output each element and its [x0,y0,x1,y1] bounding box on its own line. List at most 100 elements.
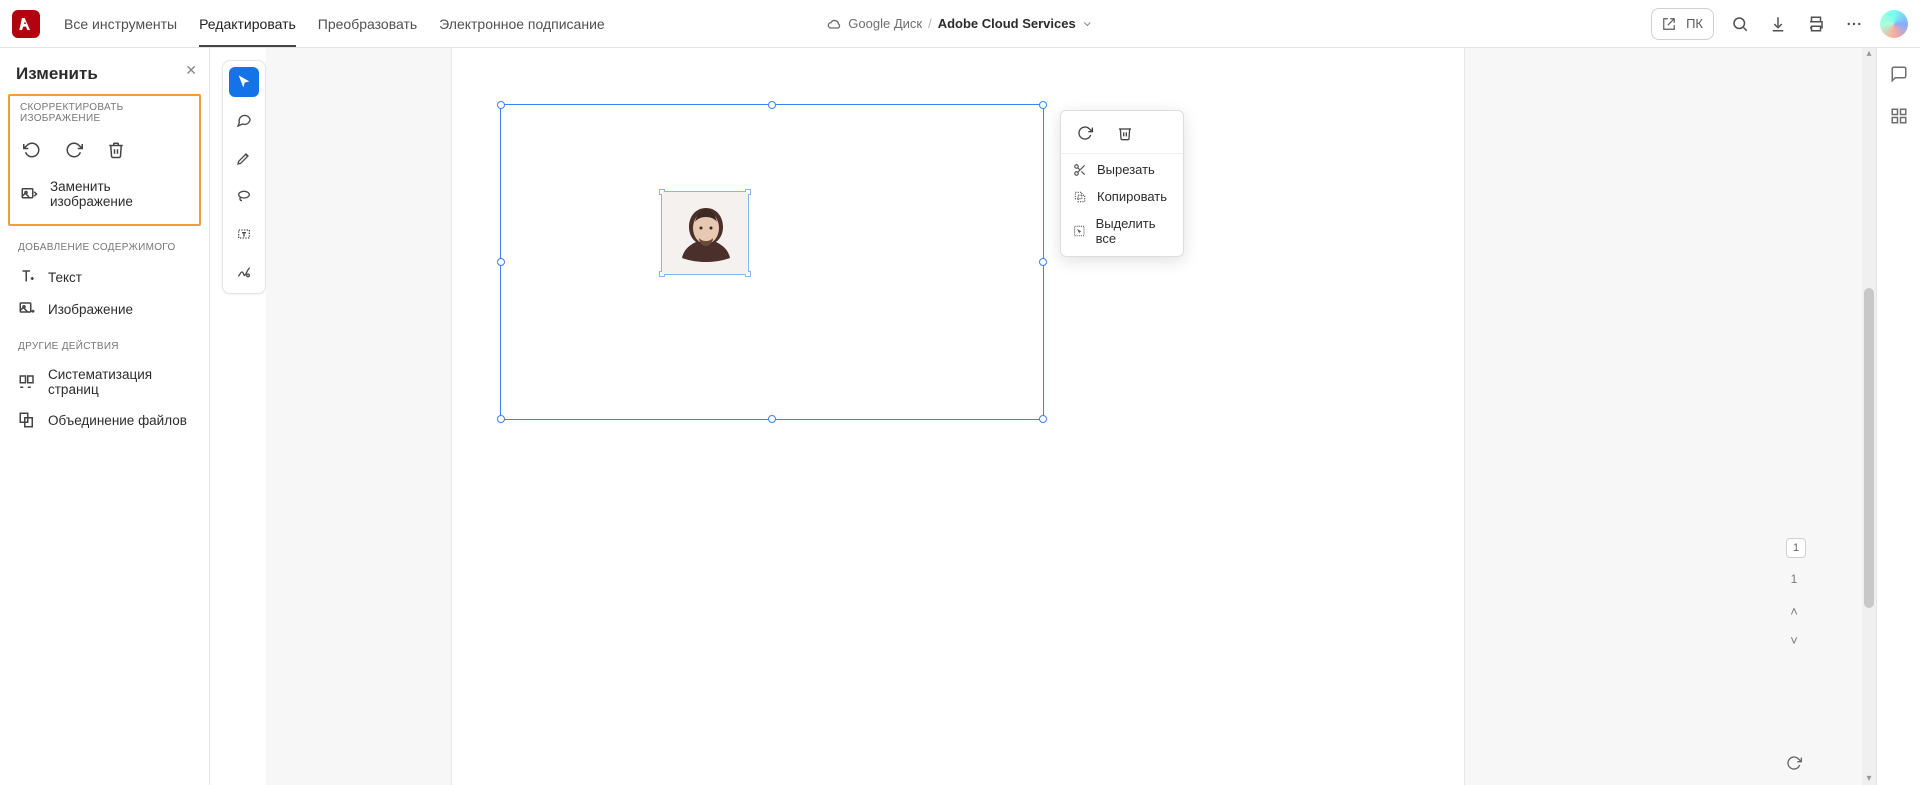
portrait-image[interactable] [662,192,748,274]
print-icon [1807,15,1825,33]
section-add-label: ДОБАВЛЕНИЕ СОДЕРЖИМОГО [18,242,199,253]
ctx-select-all-label: Выделить все [1096,216,1171,246]
page-down-button[interactable]: ˅ [1790,633,1798,648]
add-image-icon [18,300,36,318]
comment-icon [236,112,252,128]
rotate-ccw-icon [23,141,41,159]
delete-button[interactable] [104,138,128,162]
edit-side-panel: Изменить ✕ СКОРРЕКТИРОВАТЬ ИЗОБРАЖЕНИЕ З… [0,48,210,785]
search-icon [1731,15,1749,33]
rotate-cw-button[interactable] [62,138,86,162]
ctx-delete[interactable] [1113,121,1137,145]
top-right-actions: ПК [1651,8,1908,40]
topnav-esign[interactable]: Электронное подписание [439,2,605,46]
tool-draw[interactable] [229,181,259,211]
replace-image-label: Заменить изображение [50,179,193,209]
avatar[interactable] [1880,10,1908,38]
search-button[interactable] [1728,12,1752,36]
adjust-icon-row [16,132,197,172]
download-button[interactable] [1766,12,1790,36]
rotate-cw-icon [1077,125,1093,141]
comment-icon [1890,65,1908,83]
side-column: 1 ˄ ˅ [1782,48,1806,785]
ctx-copy-label: Копировать [1097,189,1167,204]
breadcrumb-drive: Google Диск [848,16,922,31]
document-page[interactable]: Вырезать Копировать Выделить все [452,48,1464,785]
chevron-down-icon[interactable] [1082,18,1094,30]
context-menu: Вырезать Копировать Выделить все [1060,110,1184,257]
add-text-icon [18,268,36,286]
print-button[interactable] [1804,12,1828,36]
tool-sign[interactable] [229,257,259,287]
ctx-top-row [1061,115,1183,154]
topbar: Все инструменты Редактировать Преобразов… [0,0,1920,48]
tool-comment[interactable] [229,105,259,135]
topnav-edit[interactable]: Редактировать [199,2,296,46]
tool-highlight[interactable] [229,143,259,173]
ctx-rotate-cw[interactable] [1073,121,1097,145]
topnav-all-tools[interactable]: Все инструменты [64,2,177,46]
more-horizontal-icon [1845,15,1863,33]
right-rail [1876,48,1920,785]
trash-icon [107,141,125,159]
vertical-toolbar [222,60,266,294]
section-other-label: ДРУГИЕ ДЕЙСТВИЯ [18,341,199,352]
page-selection-box[interactable] [500,104,1044,420]
ctx-cut[interactable]: Вырезать [1061,156,1183,183]
textbox-icon [236,226,252,242]
download-icon [1769,15,1787,33]
trash-icon [1117,125,1133,141]
rotate-cw-icon [65,141,83,159]
cloud-icon [826,16,842,32]
tool-textbox[interactable] [229,219,259,249]
combine-files-icon [18,411,36,429]
external-link-icon [1662,17,1676,31]
scissors-icon [1073,163,1087,177]
open-in-desktop-pill[interactable]: ПК [1651,8,1714,40]
thumbnails-panel-button[interactable] [1887,104,1911,128]
comments-panel-button[interactable] [1887,62,1911,86]
refresh-button[interactable] [1786,755,1802,771]
vertical-scrollbar[interactable]: ▴ ▾ [1862,48,1876,785]
image-selection-box[interactable] [661,191,749,275]
top-nav: Все инструменты Редактировать Преобразов… [64,2,605,46]
ctx-select-all[interactable]: Выделить все [1061,210,1183,252]
organize-pages-label: Систематизация страниц [48,367,195,397]
select-all-icon [1073,224,1086,238]
replace-image-icon [20,185,38,203]
refresh-icon [1786,755,1802,771]
open-in-desktop-label: ПК [1686,16,1703,31]
add-text-item[interactable]: Текст [14,261,199,293]
topnav-convert[interactable]: Преобразовать [318,2,417,46]
rotate-ccw-button[interactable] [20,138,44,162]
breadcrumb-sep: / [928,16,932,31]
more-button[interactable] [1842,12,1866,36]
ctx-cut-label: Вырезать [1097,162,1155,177]
breadcrumb-file: Adobe Cloud Services [938,16,1076,31]
replace-image-item[interactable]: Заменить изображение [16,172,197,216]
ctx-copy[interactable]: Копировать [1061,183,1183,210]
organize-pages-item[interactable]: Систематизация страниц [14,360,199,404]
tool-select[interactable] [229,67,259,97]
document-canvas[interactable]: Вырезать Копировать Выделить все 1 1 ˄ ˅ [266,48,1862,785]
scroll-thumb[interactable] [1864,288,1874,608]
page-count: 1 [1791,572,1798,586]
acrobat-logo [12,10,40,38]
combine-files-label: Объединение файлов [48,413,187,428]
close-panel-button[interactable]: ✕ [185,62,197,79]
lasso-icon [236,188,252,204]
page-up-button[interactable]: ˄ [1790,604,1798,619]
section-adjust-label: СКОРРЕКТИРОВАТЬ ИЗОБРАЖЕНИЕ [20,102,197,124]
panel-title: Изменить [16,64,199,84]
highlight-icon [236,150,252,166]
add-image-item[interactable]: Изображение [14,293,199,325]
add-text-label: Текст [48,270,82,285]
combine-files-item[interactable]: Объединение файлов [14,404,199,436]
copy-icon [1073,190,1087,204]
grid-icon [1890,107,1908,125]
organize-pages-icon [18,373,36,391]
main: Изменить ✕ СКОРРЕКТИРОВАТЬ ИЗОБРАЖЕНИЕ З… [0,48,1920,785]
signature-icon [236,264,252,280]
breadcrumb[interactable]: Google Диск / Adobe Cloud Services [826,16,1093,32]
adjust-image-highlight: СКОРРЕКТИРОВАТЬ ИЗОБРАЖЕНИЕ Заменить изо… [8,94,201,226]
